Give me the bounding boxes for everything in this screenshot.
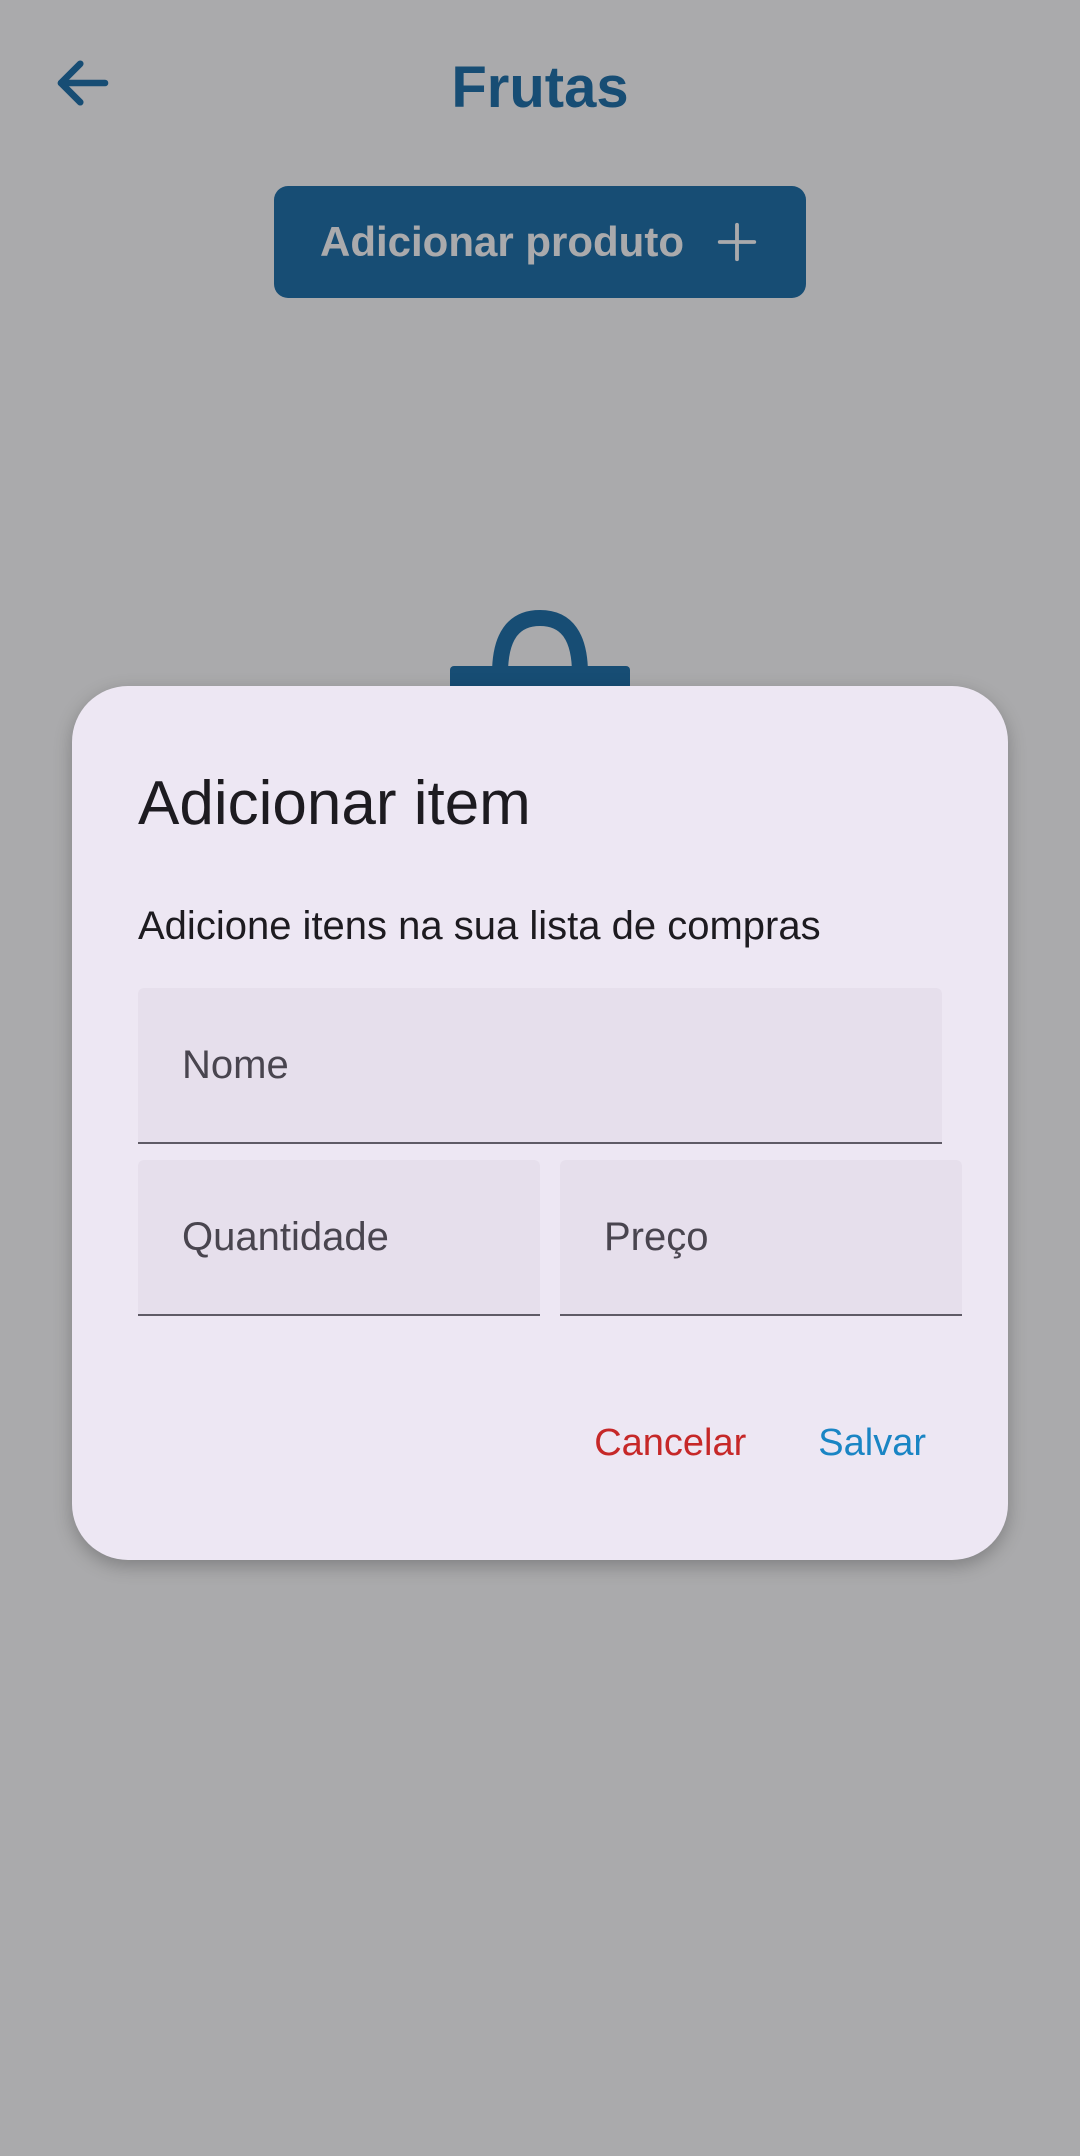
quantity-field[interactable] bbox=[182, 1160, 524, 1314]
dialog-title: Adicionar item bbox=[138, 769, 531, 838]
dialog-subtitle: Adicione itens na sua lista de compras bbox=[138, 904, 821, 948]
quantity-field-container bbox=[138, 1160, 540, 1316]
name-field-container bbox=[138, 988, 942, 1144]
price-field-container bbox=[560, 1160, 962, 1316]
screen: Frutas Adicionar produto Adicionar item … bbox=[0, 0, 1080, 2156]
save-button[interactable]: Salvar bbox=[802, 1410, 942, 1477]
dialog-actions: Cancelar Salvar bbox=[578, 1410, 942, 1477]
price-field[interactable] bbox=[604, 1160, 946, 1314]
name-field[interactable] bbox=[182, 988, 926, 1142]
add-item-dialog: Adicionar item Adicione itens na sua lis… bbox=[72, 686, 1008, 1560]
cancel-button[interactable]: Cancelar bbox=[578, 1410, 762, 1477]
